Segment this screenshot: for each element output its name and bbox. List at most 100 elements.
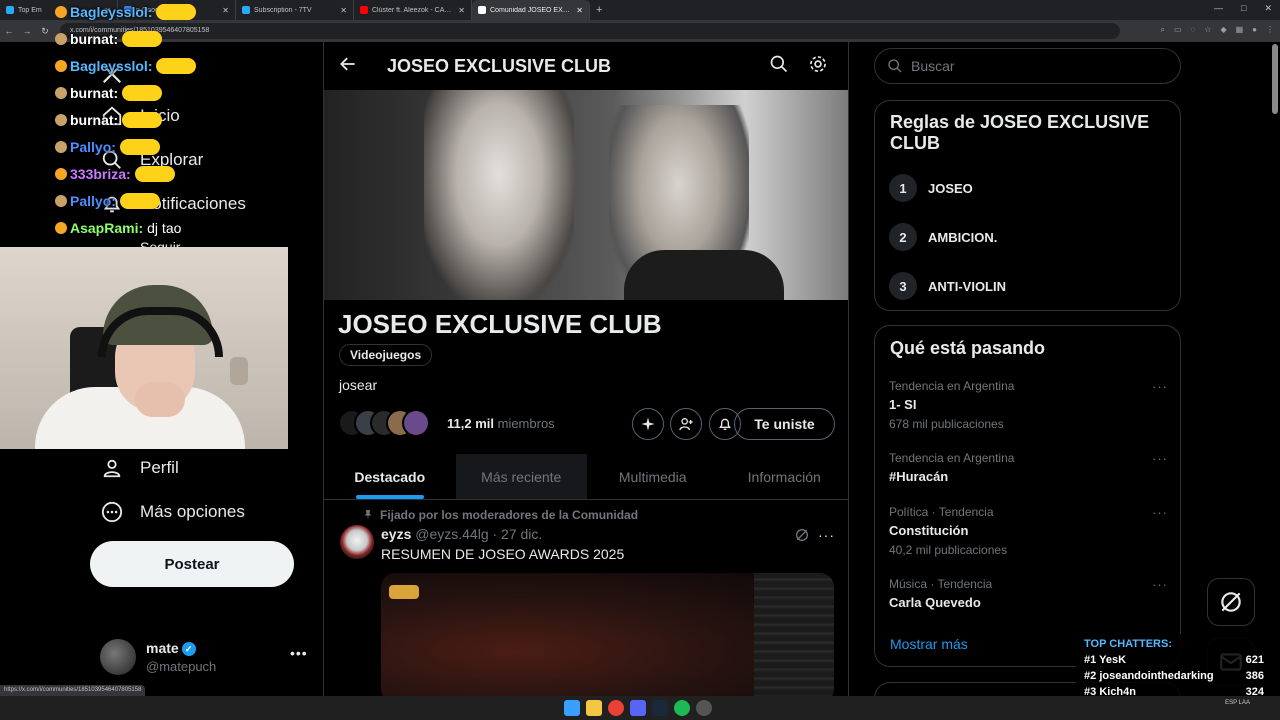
puzzle-icon[interactable]: ▦ — [1236, 25, 1244, 35]
rule-label: JOSEO — [928, 180, 973, 196]
chatter-row: #2 joseandointhedarking 386 — [1084, 670, 1264, 682]
forward-icon[interactable]: → — [18, 26, 36, 36]
ellipsis-icon[interactable]: ••• — [290, 645, 308, 661]
account-switcher[interactable]: mate ✓ @matepuch ••• — [100, 635, 310, 679]
maximize-icon[interactable]: □ — [1241, 3, 1246, 14]
chat-username: Pallyo: — [70, 139, 116, 155]
chat-message: burnat: — [55, 29, 163, 49]
post-media-video[interactable] — [381, 573, 834, 696]
chat-message: 333briza: — [55, 164, 175, 184]
chatter-count: 621 — [1245, 654, 1264, 666]
post-author-handle[interactable]: @eyzs.44lg — [415, 526, 488, 542]
chatter-row: #1 YesK 621 — [1084, 654, 1264, 666]
minimize-icon[interactable]: — — [1214, 3, 1223, 14]
chat-message: Bagleysslol: — [55, 56, 197, 76]
community-category-badge[interactable]: Videojuegos — [339, 344, 433, 366]
ellipsis-icon[interactable]: ··· — [1152, 577, 1168, 592]
close-window-icon[interactable]: ✕ — [1264, 3, 1272, 14]
close-icon[interactable]: ✕ — [458, 6, 465, 15]
window-controls: — □ ✕ — [1214, 3, 1272, 14]
post-author-name[interactable]: eyzs — [381, 526, 411, 542]
rule-item[interactable]: 2 AMBICION. — [889, 223, 997, 251]
chat-message: Bagleysslol: — [55, 2, 197, 22]
post-date[interactable]: · 27 dic. — [493, 526, 543, 542]
rule-number: 3 — [889, 272, 917, 300]
trend-item[interactable]: Política · Tendencia Constitución 40,2 m… — [889, 505, 1174, 557]
tab-about[interactable]: Información — [719, 454, 849, 499]
rule-number: 1 — [889, 174, 917, 202]
profile-avatar-icon[interactable]: ● — [1252, 25, 1257, 35]
member-avatars[interactable] — [338, 408, 438, 438]
chat-message: burnat: — [55, 83, 163, 103]
chat-emote-icon — [122, 112, 163, 128]
gear-icon[interactable] — [808, 54, 828, 74]
members-label: miembros — [497, 416, 555, 431]
sparkle-icon[interactable] — [632, 408, 664, 440]
ellipsis-icon[interactable]: ··· — [818, 527, 835, 543]
steam-icon[interactable] — [652, 700, 668, 716]
show-more-link[interactable]: Mostrar más — [890, 636, 968, 652]
profile-name: mate — [146, 640, 179, 656]
tab-featured[interactable]: Destacado — [324, 454, 456, 499]
browser-tab[interactable]: Clúster ft. Aleezok - CARGO ✕ — [354, 0, 472, 20]
trend-context: Tendencia en Argentina — [889, 451, 1015, 465]
members-count[interactable]: 11,2 mil miembros — [447, 416, 555, 431]
chat-emote-icon — [119, 139, 160, 155]
browser-tab-active[interactable]: Comunidad JOSEO EXCLUSI✕ — [472, 0, 590, 20]
tab-title: Clúster ft. Aleezok - CARGO — [372, 6, 456, 14]
chatter-name: YesK — [1099, 654, 1127, 666]
community-header: JOSEO EXCLUSIVE CLUB — [324, 42, 848, 90]
reload-icon[interactable]: ↻ — [36, 26, 54, 37]
chat-text: dj tao — [147, 220, 182, 236]
stream-chat-overlay: Bagleysslol: burnat: Bagleysslol: burnat: bu… — [55, 0, 295, 245]
star-icon[interactable]: ☆ — [1204, 25, 1211, 35]
webcam-lamp — [230, 357, 248, 385]
tab-latest[interactable]: Más reciente — [455, 454, 587, 499]
extension-icon[interactable]: ◆ — [1220, 25, 1226, 35]
media-logo — [389, 585, 419, 599]
grok-button[interactable] — [1207, 578, 1255, 626]
search-icon[interactable] — [769, 54, 789, 74]
start-icon[interactable] — [564, 700, 580, 716]
back-arrow-icon[interactable] — [338, 54, 358, 74]
ellipsis-icon[interactable]: ··· — [1152, 379, 1168, 394]
nav-more-options[interactable]: Más opciones — [100, 500, 245, 524]
add-user-icon[interactable] — [670, 408, 702, 440]
grok-icon — [1221, 592, 1241, 612]
grok-icon[interactable] — [794, 527, 810, 543]
person-icon — [100, 456, 124, 480]
folder-icon[interactable] — [586, 700, 602, 716]
search-input[interactable]: Buscar — [874, 48, 1181, 84]
cast-icon[interactable]: ▭ — [1174, 25, 1182, 35]
profile-name-row: mate ✓ — [146, 640, 196, 656]
discord-icon[interactable] — [630, 700, 646, 716]
ellipsis-icon[interactable]: ··· — [1152, 505, 1168, 520]
page-scrollbar[interactable] — [1272, 44, 1278, 114]
rule-item[interactable]: 3 ANTI-VIOLIN — [889, 272, 1006, 300]
back-icon[interactable]: ← — [0, 26, 18, 36]
joined-button[interactable]: Te uniste — [734, 408, 835, 440]
language-indicator[interactable]: ESP LAA — [1225, 700, 1250, 706]
avatar[interactable] — [340, 525, 374, 559]
chrome-icon[interactable] — [608, 700, 624, 716]
zoom-icon[interactable]: ⌕ — [1160, 25, 1164, 35]
profile-handle: @matepuch — [146, 659, 217, 674]
menu-icon[interactable]: ⋮ — [1266, 25, 1274, 35]
eye-off-icon[interactable]: ◌ — [1191, 25, 1196, 35]
obs-icon[interactable] — [696, 700, 712, 716]
members-number: 11,2 mil — [447, 416, 494, 431]
trend-item[interactable]: Música · Tendencia Carla Quevedo ··· — [889, 577, 1174, 610]
ellipsis-icon[interactable]: ··· — [1152, 451, 1168, 466]
tab-media[interactable]: Multimedia — [587, 454, 719, 499]
close-icon[interactable]: ✕ — [576, 6, 583, 15]
close-icon[interactable]: ✕ — [340, 6, 347, 15]
trend-item[interactable]: Tendencia en Argentina #Huracán ··· — [889, 451, 1174, 484]
trend-item[interactable]: Tendencia en Argentina 1- SI 678 mil pub… — [889, 379, 1174, 431]
rule-item[interactable]: 1 JOSEO — [889, 174, 973, 202]
nav-profile[interactable]: Perfil — [100, 456, 179, 480]
new-tab-icon[interactable]: + — [596, 4, 602, 16]
avatar — [100, 639, 136, 675]
post-button[interactable]: Postear — [90, 541, 294, 587]
spotify-icon[interactable] — [674, 700, 690, 716]
community-tabs: Destacado Más reciente Multimedia Inform… — [324, 454, 849, 500]
